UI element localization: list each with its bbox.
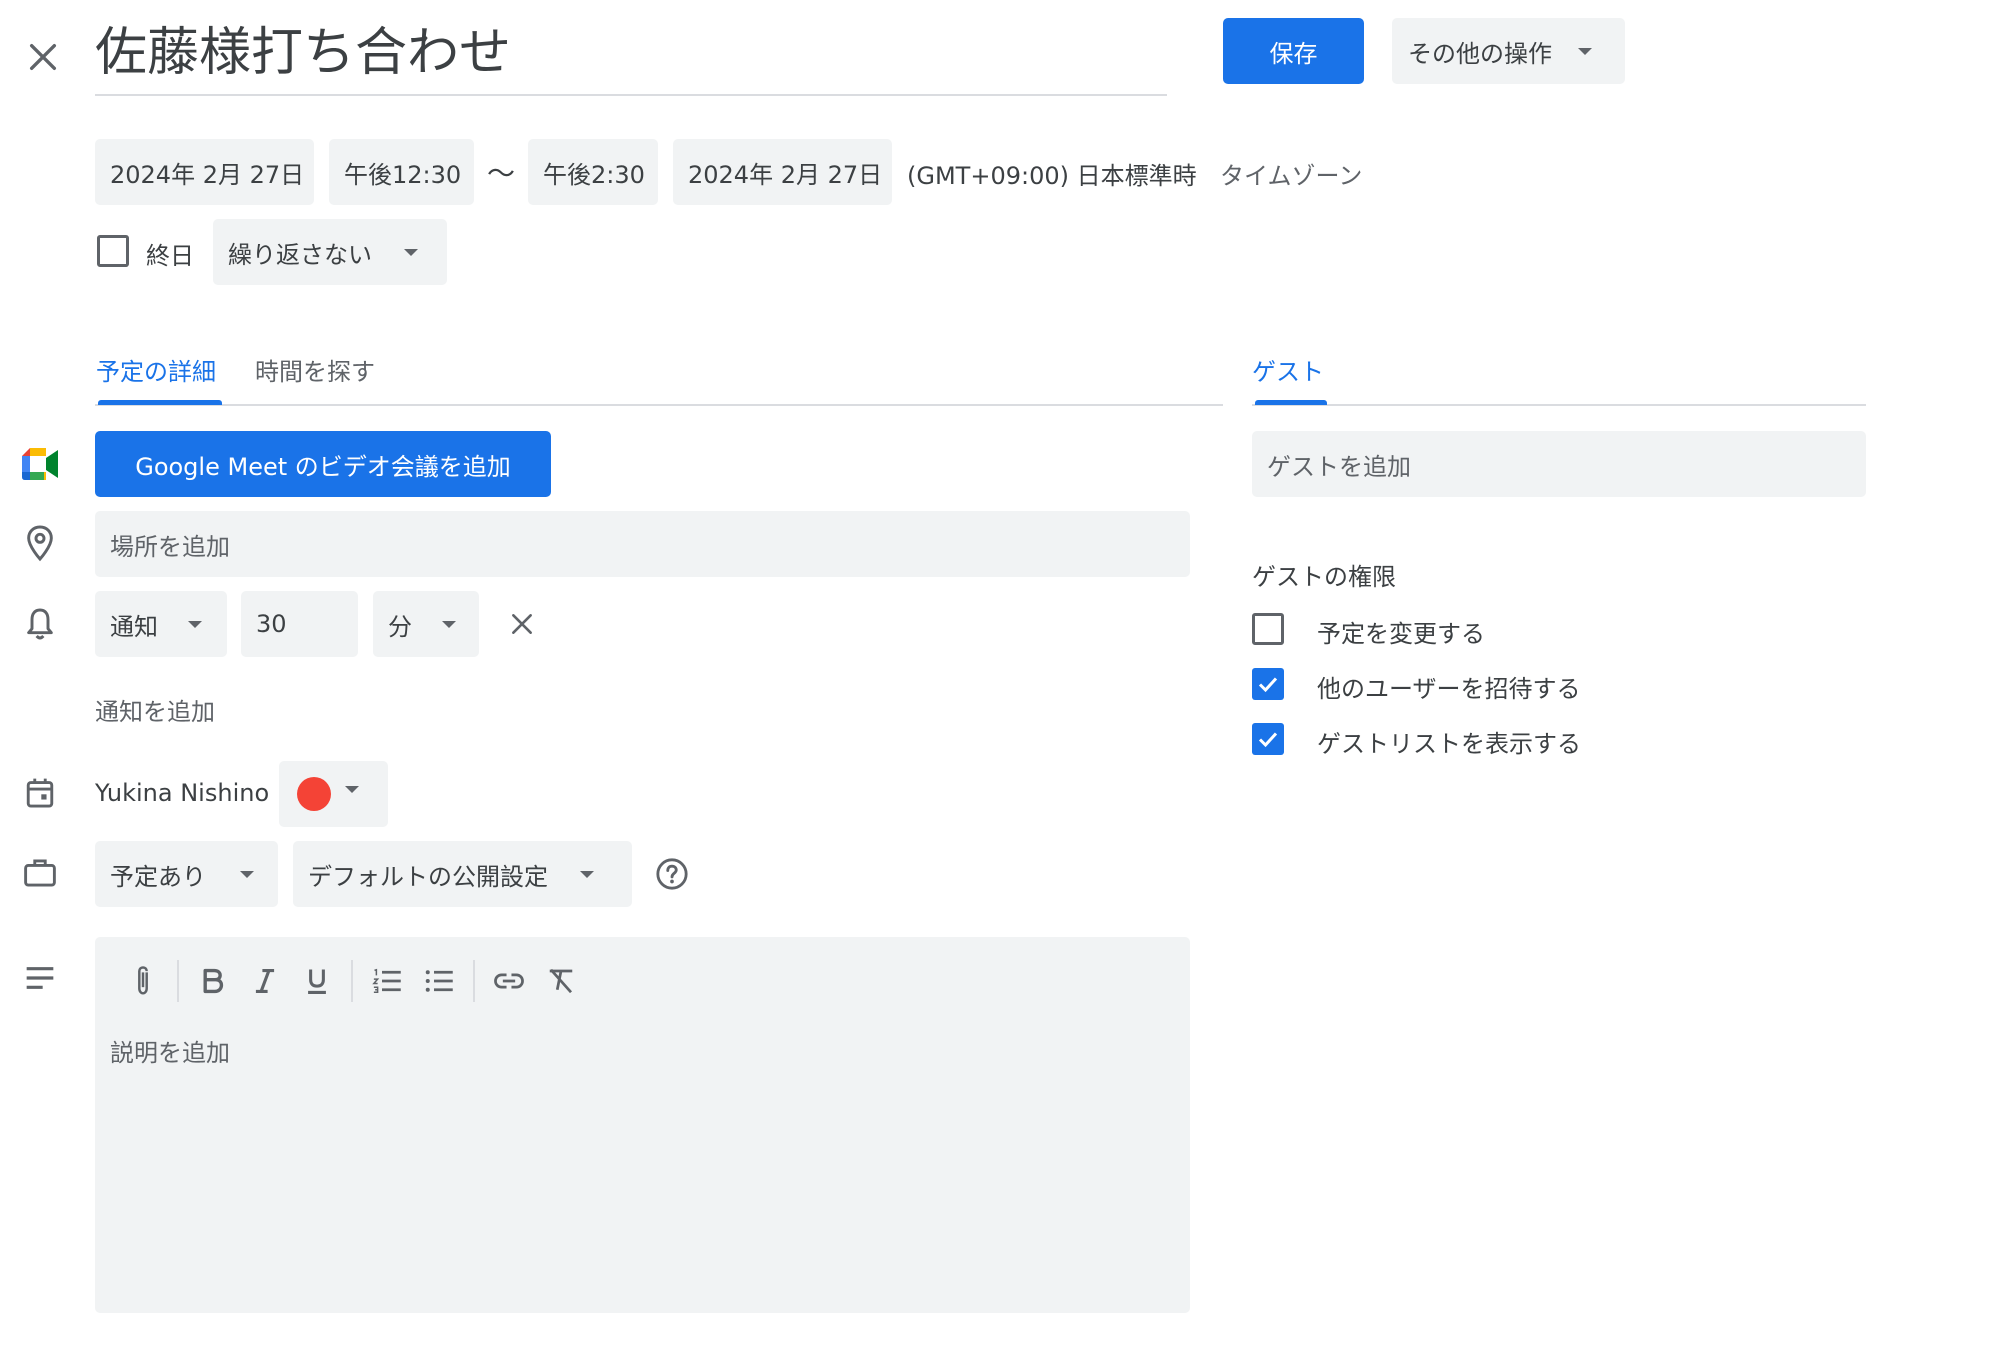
notification-type-dropdown[interactable]: 通知 xyxy=(95,591,227,657)
tab-details-indicator xyxy=(98,400,222,405)
attach-icon[interactable] xyxy=(117,955,169,1007)
description-editor[interactable]: 説明を追加 xyxy=(95,937,1190,1313)
notification-value: 30 xyxy=(256,610,287,638)
tab-guests-indicator xyxy=(1255,400,1327,405)
notification-unit: 分 xyxy=(388,612,412,641)
calendar-color-swatch xyxy=(297,777,331,811)
bold-icon[interactable] xyxy=(187,955,239,1007)
tab-find-time[interactable]: 時間を探す xyxy=(255,352,375,387)
calendar-icon xyxy=(24,776,56,810)
timezone-value: (GMT+09:00) 日本標準時 xyxy=(907,162,1197,190)
toolbar-divider xyxy=(177,960,179,1002)
check-icon xyxy=(1258,677,1278,693)
close-icon[interactable] xyxy=(26,40,60,74)
start-date: 2024年 2月 27日 xyxy=(110,160,305,189)
timezone-link[interactable]: タイムゾーン xyxy=(1220,156,1362,191)
formatting-toolbar xyxy=(117,955,587,1007)
availability: 予定あり xyxy=(110,862,206,891)
chevron-down-icon xyxy=(240,870,254,878)
tab-details[interactable]: 予定の詳細 xyxy=(96,352,216,387)
tabs-divider xyxy=(95,404,1223,406)
description-placeholder: 説明を追加 xyxy=(110,1039,230,1067)
permission-see-list-checkbox[interactable] xyxy=(1252,723,1284,755)
time-separator: 〜 xyxy=(487,157,516,190)
briefcase-icon xyxy=(23,856,57,888)
link-icon[interactable] xyxy=(483,955,535,1007)
permission-modify-label: 予定を変更する xyxy=(1317,620,1485,648)
tab-guests[interactable]: ゲスト xyxy=(1252,352,1324,387)
save-button[interactable]: 保存 xyxy=(1223,18,1364,84)
event-title-input[interactable]: 佐藤様打ち合わせ xyxy=(95,18,1167,96)
save-button-label: 保存 xyxy=(1269,39,1318,68)
event-title: 佐藤様打ち合わせ xyxy=(95,23,512,83)
toolbar-divider xyxy=(473,960,475,1002)
all-day-label: 終日 xyxy=(146,242,194,270)
calendar-owner: Yukina Nishino xyxy=(95,779,270,807)
more-actions-button[interactable]: その他の操作 xyxy=(1392,18,1625,84)
visibility: デフォルトの公開設定 xyxy=(308,862,548,891)
tab-find-time-label: 時間を探す xyxy=(255,358,375,386)
permission-invite-label: 他のユーザーを招待する xyxy=(1317,675,1581,703)
guest-permissions-title: ゲストの権限 xyxy=(1252,563,1396,591)
numbered-list-icon[interactable] xyxy=(361,955,413,1007)
chevron-down-icon xyxy=(404,248,418,256)
chevron-down-icon xyxy=(345,785,359,793)
chevron-down-icon xyxy=(580,870,594,878)
notification-type: 通知 xyxy=(110,612,158,641)
permission-invite-checkbox[interactable] xyxy=(1252,668,1284,700)
clear-format-icon[interactable] xyxy=(535,955,587,1007)
start-date-button[interactable]: 2024年 2月 27日 xyxy=(95,139,314,205)
repeat-label: 繰り返さない xyxy=(228,240,372,269)
notification-value-input[interactable]: 30 xyxy=(241,591,358,657)
start-time: 午後12:30 xyxy=(344,160,462,189)
remove-notification-icon[interactable] xyxy=(509,611,535,637)
add-meet-label: Google Meet のビデオ会議を追加 xyxy=(135,452,511,481)
location-icon xyxy=(24,524,56,562)
end-time: 午後2:30 xyxy=(543,160,645,189)
tab-details-label: 予定の詳細 xyxy=(96,358,216,386)
check-icon xyxy=(1258,732,1278,748)
permission-see-list-label: ゲストリストを表示する xyxy=(1317,730,1581,758)
repeat-dropdown[interactable]: 繰り返さない xyxy=(213,219,447,285)
more-actions-label: その他の操作 xyxy=(1408,39,1552,68)
chevron-down-icon xyxy=(188,620,202,628)
add-meet-button[interactable]: Google Meet のビデオ会議を追加 xyxy=(95,431,551,497)
italic-icon[interactable] xyxy=(239,955,291,1007)
add-guest-placeholder: ゲストを追加 xyxy=(1267,452,1411,481)
add-notification-link[interactable]: 通知を追加 xyxy=(95,692,215,727)
add-guest-input[interactable]: ゲストを追加 xyxy=(1252,431,1866,497)
end-date: 2024年 2月 27日 xyxy=(688,160,883,189)
availability-dropdown[interactable]: 予定あり xyxy=(95,841,278,907)
underline-icon[interactable] xyxy=(291,955,343,1007)
location-placeholder: 場所を追加 xyxy=(110,532,230,561)
start-time-button[interactable]: 午後12:30 xyxy=(329,139,474,205)
end-date-button[interactable]: 2024年 2月 27日 xyxy=(673,139,892,205)
all-day-checkbox[interactable] xyxy=(97,235,129,267)
tab-guests-label: ゲスト xyxy=(1252,358,1324,386)
calendar-color-dropdown[interactable] xyxy=(279,761,388,827)
bell-icon xyxy=(24,606,56,642)
visibility-dropdown[interactable]: デフォルトの公開設定 xyxy=(293,841,632,907)
location-input[interactable]: 場所を追加 xyxy=(95,511,1190,577)
permission-modify-checkbox[interactable] xyxy=(1252,613,1284,645)
end-time-button[interactable]: 午後2:30 xyxy=(528,139,658,205)
bullet-list-icon[interactable] xyxy=(413,955,465,1007)
notification-unit-dropdown[interactable]: 分 xyxy=(373,591,479,657)
help-icon[interactable] xyxy=(655,857,689,891)
chevron-down-icon xyxy=(1578,47,1592,55)
meet-icon xyxy=(22,448,58,480)
description-icon xyxy=(24,966,56,990)
chevron-down-icon xyxy=(442,620,456,628)
guests-divider xyxy=(1252,404,1866,406)
toolbar-divider xyxy=(351,960,353,1002)
